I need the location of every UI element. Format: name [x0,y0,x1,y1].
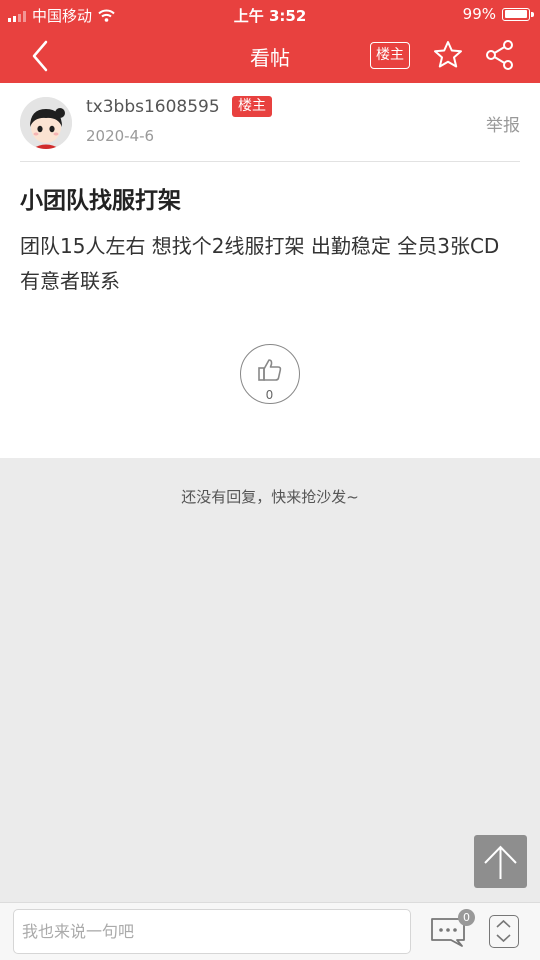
empty-replies-text: 还没有回复，快来抢沙发~ [181,488,359,506]
post-body: 团队15人左右 想找个2线服打架 出勤稳定 全员3张CD 有意者联系 [20,234,500,293]
comment-count-badge: 0 [458,909,475,926]
like-count: 0 [265,388,274,402]
nav-bar: 看帖 楼主 [0,28,540,83]
page-nav-button[interactable] [489,915,519,948]
post-card: tx3bbs1608595 楼主 2020-4-6 举报 小团队找服打架 团队1… [0,83,540,458]
top-bar: 中国移动 上午 3:52 99% 看帖 楼主 [0,0,540,83]
reply-input[interactable] [13,909,411,954]
battery-icon [502,7,534,21]
post-date: 2020-4-6 [86,127,155,145]
header-divider [20,161,520,162]
report-link[interactable]: 举报 [486,111,520,136]
avatar-girl-icon [20,97,72,149]
post-title: 小团队找服打架 [20,188,181,214]
thumbs-up-icon [258,359,282,381]
share-icon[interactable] [484,39,516,71]
like-button[interactable]: 0 [240,344,300,404]
status-bar: 中国移动 上午 3:52 99% [0,0,540,28]
owner-badge: 楼主 [232,96,272,117]
star-icon[interactable] [432,39,464,71]
status-time: 上午 3:52 [233,7,307,25]
owner-only-button[interactable]: 楼主 [370,42,410,69]
battery-group: 99% [462,5,534,23]
avatar[interactable] [20,97,72,149]
bottom-bar: 0 [0,902,540,960]
up-down-chevron-icon [496,919,511,943]
scroll-to-top-button[interactable] [474,835,527,888]
arrow-up-icon [484,845,517,879]
author-name[interactable]: tx3bbs1608595 [86,97,220,117]
battery-percent: 99% [462,5,496,23]
